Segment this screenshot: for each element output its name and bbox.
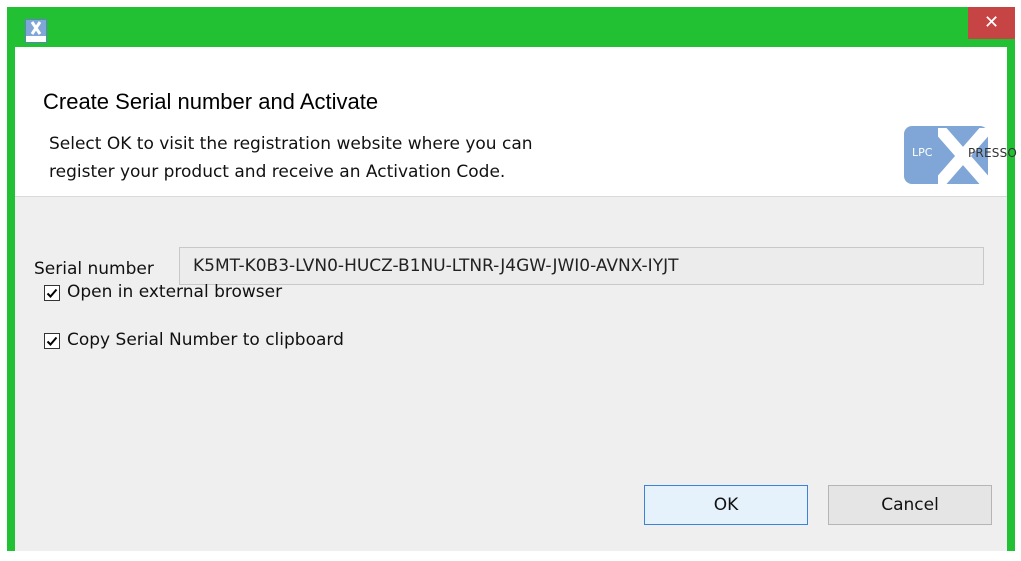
checkmark-icon (46, 288, 58, 298)
dialog-title: Create Serial number and Activate (43, 89, 379, 114)
ok-button[interactable]: OK (644, 485, 808, 525)
checkmark-icon (46, 336, 58, 346)
logo-lpc-text: LPC (912, 146, 933, 159)
cancel-button[interactable]: Cancel (828, 485, 992, 525)
dialog-message: Select OK to visit the registration webs… (49, 130, 689, 186)
message-line-1: Select OK to visit the registration webs… (49, 134, 533, 154)
open-browser-checkbox[interactable] (44, 285, 60, 301)
copy-clipboard-checkbox[interactable] (44, 333, 60, 349)
close-icon: ✕ (983, 12, 1000, 33)
copy-clipboard-label[interactable]: Copy Serial Number to clipboard (67, 330, 344, 350)
serial-number-label: Serial number (34, 259, 154, 279)
lpcxpresso-logo: LPC PRESSO (904, 126, 1017, 184)
dialog-header: Create Serial number and Activate Select… (15, 47, 1017, 197)
logo-presso-text: PRESSO (968, 146, 1018, 160)
open-browser-label[interactable]: Open in external browser (67, 282, 282, 302)
dialog-client: Create Serial number and Activate Select… (15, 47, 1017, 551)
serial-number-value: K5MT-K0B3-LVN0-HUCZ-B1NU-LTNR-J4GW-JWI0-… (193, 256, 679, 276)
app-icon (25, 19, 47, 43)
message-line-2: register your product and receive an Act… (49, 162, 506, 182)
title-bar[interactable]: ✕ (7, 7, 1015, 47)
close-button[interactable]: ✕ (968, 7, 1015, 39)
dialog-window: ✕ Create Serial number and Activate Sele… (7, 7, 1017, 551)
serial-number-field[interactable]: K5MT-K0B3-LVN0-HUCZ-B1NU-LTNR-J4GW-JWI0-… (179, 247, 984, 285)
